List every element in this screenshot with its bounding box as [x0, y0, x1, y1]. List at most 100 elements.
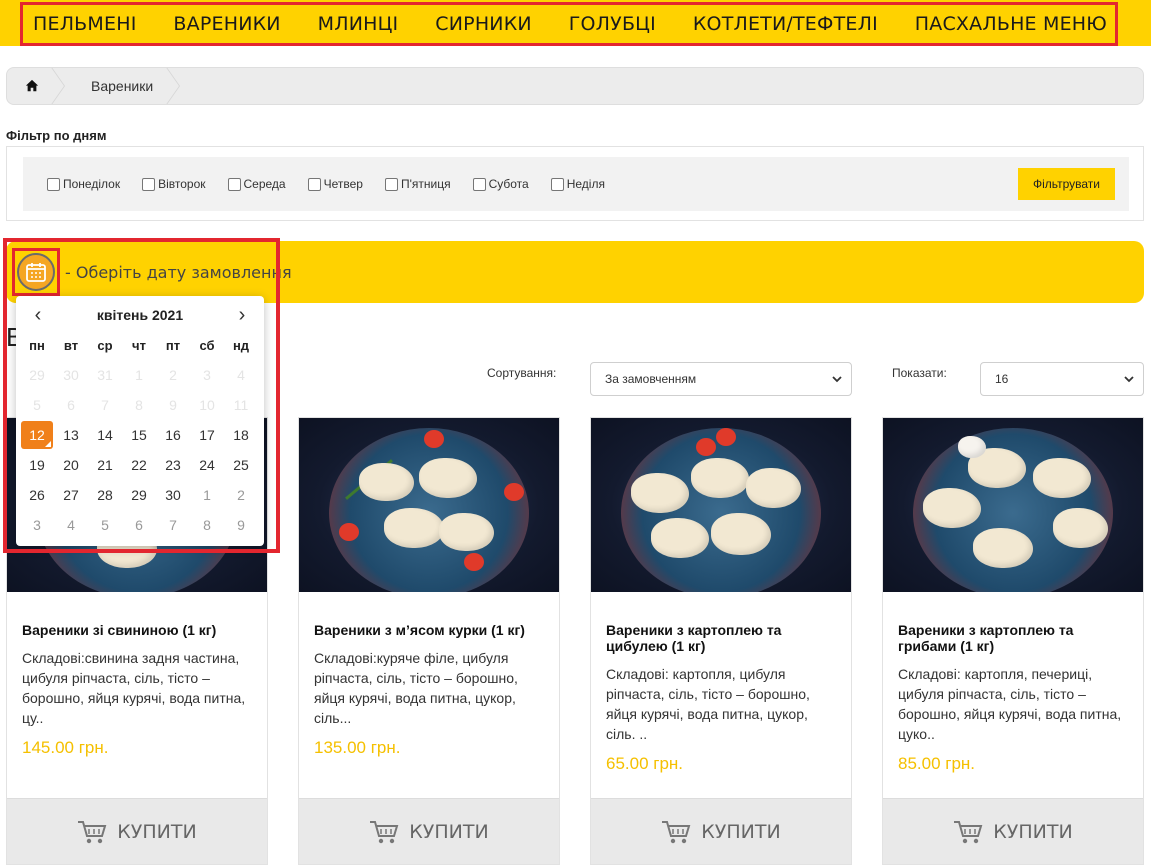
nav-vareniki[interactable]: ВАРЕНИКИ	[173, 13, 280, 35]
filter-title: Фільтр по дням	[6, 128, 107, 143]
buy-button[interactable]: КУПИТИ	[591, 798, 851, 864]
cart-icon	[954, 820, 983, 843]
cart-icon	[78, 820, 107, 843]
buy-button[interactable]: КУПИТИ	[883, 798, 1143, 864]
calendar-day-next-month[interactable]: 4	[54, 510, 88, 540]
calendar-day[interactable]: 21	[88, 450, 122, 480]
breadcrumb-separator	[50, 68, 71, 104]
calendar-day[interactable]: 29	[122, 480, 156, 510]
chevron-down-icon	[1124, 376, 1134, 383]
calendar-day[interactable]: 28	[88, 480, 122, 510]
checkbox[interactable]	[384, 177, 398, 191]
day-label: Вівторок	[158, 177, 206, 191]
checkbox[interactable]	[550, 177, 564, 191]
checkbox[interactable]	[142, 177, 156, 191]
product-image[interactable]	[883, 418, 1143, 592]
calendar-day-disabled: 10	[199, 397, 215, 413]
calendar-grid: пн вт ср чт пт сб нд 29 30 31 1 2 3 4 5 …	[20, 330, 260, 540]
product-image[interactable]	[591, 418, 851, 592]
calendar-day-next-month[interactable]: 2	[224, 480, 258, 510]
day-label: Середа	[243, 177, 286, 191]
calendar-day[interactable]: 16	[156, 420, 190, 450]
calendar-day[interactable]: 13	[54, 420, 88, 450]
date-picker: ‹ квітень 2021 › пн вт ср чт пт сб нд 29…	[16, 296, 264, 546]
calendar-day-next-month[interactable]: 9	[224, 510, 258, 540]
calendar-day[interactable]: 19	[20, 450, 54, 480]
calendar-day[interactable]: 30	[156, 480, 190, 510]
calendar-button[interactable]	[12, 248, 60, 296]
calendar-day[interactable]: 15	[122, 420, 156, 450]
calendar-day-disabled: 1	[135, 367, 143, 383]
buy-label: КУПИТИ	[993, 820, 1073, 843]
day-checkbox-thursday[interactable]: Четвер	[307, 177, 363, 191]
day-checkbox-saturday[interactable]: Субота	[472, 177, 529, 191]
filter-button[interactable]: Фільтрувати	[1018, 168, 1115, 200]
calendar-day-next-month[interactable]: 3	[20, 510, 54, 540]
calendar-day[interactable]: 25	[224, 450, 258, 480]
product-title[interactable]: Вареники зі свининою (1 кг)	[22, 622, 257, 638]
calendar-day-next-month[interactable]: 7	[156, 510, 190, 540]
weekday-label: пт	[165, 337, 181, 353]
nav-kotlety[interactable]: КОТЛЕТИ/ТЕФТЕЛІ	[693, 13, 878, 35]
nav-syrnyky[interactable]: СИРНИКИ	[435, 13, 532, 35]
calendar-day-next-month[interactable]: 8	[190, 510, 224, 540]
product-image[interactable]	[299, 418, 559, 592]
calendar-day-next-month[interactable]: 6	[122, 510, 156, 540]
calendar-day[interactable]: 23	[156, 450, 190, 480]
day-checkbox-tuesday[interactable]: Вівторок	[142, 177, 206, 191]
calendar-day-next-month[interactable]: 1	[190, 480, 224, 510]
checkbox[interactable]	[227, 177, 241, 191]
calendar-day[interactable]: 18	[224, 420, 258, 450]
calendar-day-selected[interactable]: 12	[21, 421, 53, 449]
calendar-day[interactable]: 27	[54, 480, 88, 510]
next-month-button[interactable]: ›	[230, 304, 254, 327]
product-price: 65.00 грн.	[606, 754, 684, 773]
buy-label: КУПИТИ	[409, 820, 489, 843]
calendar-day-next-month[interactable]: 5	[88, 510, 122, 540]
nav-holubtsi[interactable]: ГОЛУБЦІ	[569, 13, 656, 35]
day-checkbox-friday[interactable]: П'ятниця	[384, 177, 451, 191]
calendar-day[interactable]: 26	[20, 480, 54, 510]
calendar-day-disabled: 30	[63, 367, 79, 383]
buy-button[interactable]: КУПИТИ	[299, 798, 559, 864]
product-title[interactable]: Вареники з м’ясом курки (1 кг)	[314, 622, 549, 638]
day-label: Понеділок	[63, 177, 121, 191]
calendar-day[interactable]: 24	[190, 450, 224, 480]
day-checkbox-wednesday[interactable]: Середа	[227, 177, 286, 191]
weekday-label: пн	[29, 337, 45, 353]
cart-icon	[370, 820, 399, 843]
product-price: 145.00 грн.	[22, 738, 109, 757]
day-label: П'ятниця	[400, 177, 451, 191]
month-label[interactable]: квітень 2021	[16, 307, 264, 323]
calendar-icon	[17, 253, 55, 291]
calendar-day-disabled: 7	[101, 397, 109, 413]
buy-label: КУПИТИ	[117, 820, 197, 843]
day-label: Четвер	[323, 177, 363, 191]
product-card: Вареники з картоплею та цибулею (1 кг) С…	[590, 417, 852, 865]
home-icon	[25, 79, 39, 92]
buy-button[interactable]: КУПИТИ	[7, 798, 267, 864]
calendar-day[interactable]: 14	[88, 420, 122, 450]
calendar-day[interactable]: 17	[190, 420, 224, 450]
show-count-select[interactable]: 16	[980, 362, 1144, 396]
calendar-day[interactable]: 22	[122, 450, 156, 480]
checkbox[interactable]	[47, 177, 60, 191]
calendar-day[interactable]: 20	[54, 450, 88, 480]
product-price: 85.00 грн.	[898, 754, 976, 773]
calendar-day-disabled: 3	[203, 367, 211, 383]
weekday-label: вт	[63, 337, 79, 353]
day-label: Субота	[488, 177, 529, 191]
day-label: Неділя	[566, 177, 605, 191]
checkbox[interactable]	[472, 177, 486, 191]
nav-easter-menu[interactable]: ПАСХАЛЬНЕ МЕНЮ	[915, 13, 1107, 35]
nav-mlyntsi[interactable]: МЛИНЦІ	[318, 13, 399, 35]
product-card: Вареники з м’ясом курки (1 кг) Складові:…	[298, 417, 560, 865]
product-title[interactable]: Вареники з картоплею та цибулею (1 кг)	[606, 622, 841, 654]
day-checkbox-sunday[interactable]: Неділя	[550, 177, 605, 191]
sort-select[interactable]: За замовченням	[590, 362, 852, 396]
checkbox[interactable]	[307, 177, 321, 191]
nav-pelmeni[interactable]: ПЕЛЬМЕНІ	[33, 13, 137, 35]
product-title[interactable]: Вареники з картоплею та грибами (1 кг)	[898, 622, 1133, 654]
calendar-day-disabled: 4	[237, 367, 245, 383]
day-checkbox-monday[interactable]: Понеділок	[47, 177, 120, 191]
